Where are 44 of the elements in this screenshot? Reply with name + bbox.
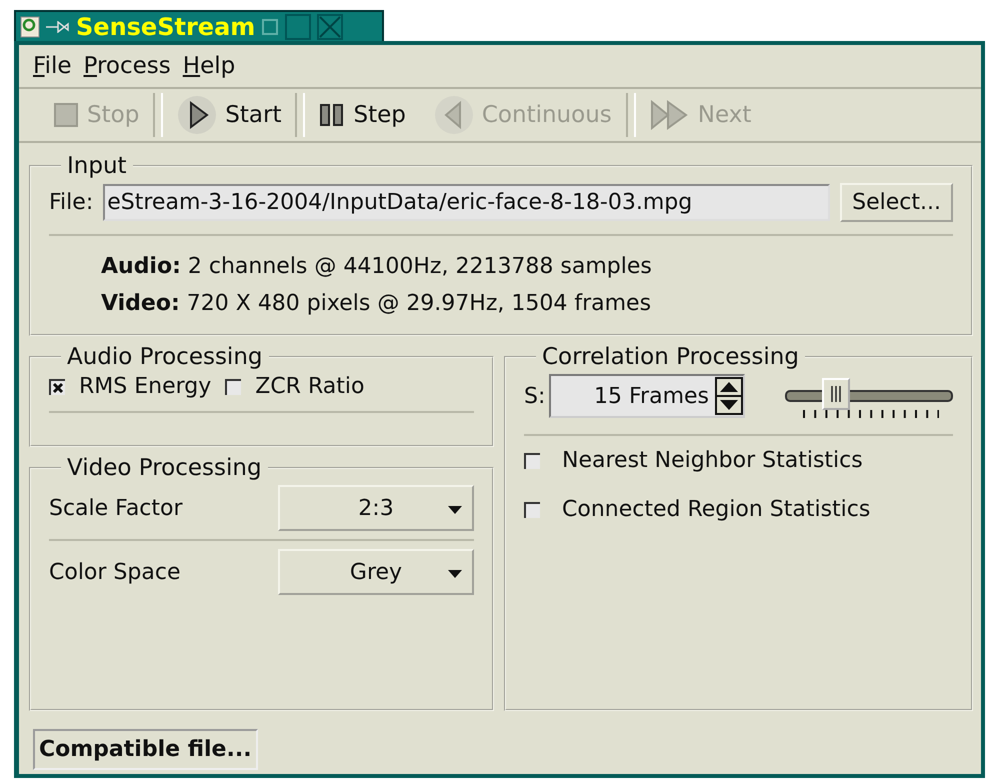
spin-box[interactable]: 15 Frames — [549, 374, 745, 418]
checkbox[interactable] — [524, 502, 540, 518]
checkbox-label: Connected Region Statistics — [562, 497, 870, 522]
spin-arrows-icon[interactable] — [715, 377, 743, 415]
checkbox[interactable] — [225, 378, 242, 394]
field-label: File: — [49, 190, 94, 215]
toolbar-button[interactable]: Start — [163, 89, 296, 141]
group-title: Audio Processing — [66, 344, 264, 370]
media-info: Video: 720 X 480 pixels @ 29.97Hz, 1504 frames — [100, 290, 652, 318]
stop-icon — [53, 102, 79, 128]
checkbox-label: Nearest Neighbor Statistics — [562, 448, 863, 473]
pause-icon — [319, 102, 346, 128]
toolbar-separator — [626, 93, 636, 137]
media-info: Audio: 2 channels @ 44100Hz, 2213788 samples — [100, 253, 653, 281]
dropdown[interactable]: 2:3 — [278, 485, 474, 531]
group-title: Input — [66, 153, 128, 179]
play-icon — [177, 95, 218, 135]
caret-icon — [448, 506, 462, 514]
fast-forward-icon — [650, 100, 690, 130]
field-label: Color Space — [49, 560, 180, 584]
pin-icon[interactable] — [46, 20, 70, 32]
dropdown[interactable]: Grey — [278, 549, 474, 595]
caret-icon — [448, 570, 462, 578]
checkbox-label: RMS Energy — [79, 374, 212, 399]
checkbox[interactable] — [524, 452, 540, 468]
checkbox-label: ZCR Ratio — [255, 374, 364, 399]
window-title: SenseStream — [76, 12, 256, 40]
toolbar-button[interactable]: Step — [305, 89, 420, 141]
toolbar-separator — [295, 93, 306, 137]
group-title: Correlation Processing — [541, 344, 800, 370]
menu-item[interactable]: Process — [84, 53, 171, 79]
status-bar: Compatible file... — [33, 729, 258, 770]
file-path-field[interactable]: eStream-3-16-2004/InputData/eric-face-8-18-03.mpg — [103, 184, 830, 221]
menu-item[interactable]: Help — [182, 53, 236, 79]
toolbar-separator — [153, 93, 164, 137]
reverse-icon — [434, 95, 474, 135]
select-button[interactable]: Select... — [840, 183, 953, 222]
field-label: S: — [524, 384, 546, 408]
menu-item[interactable]: File — [33, 53, 72, 79]
checkbox[interactable] — [49, 378, 65, 394]
field-label: Scale Factor — [49, 496, 183, 520]
slider-thumb[interactable] — [822, 378, 850, 410]
app-icon — [20, 16, 40, 38]
group-title: Video Processing — [66, 455, 263, 481]
